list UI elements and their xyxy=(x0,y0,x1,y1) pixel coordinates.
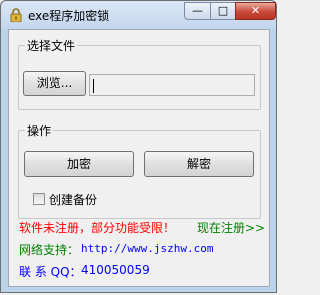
minimize-button[interactable]: — xyxy=(184,2,211,20)
contact-label: 联 系 QQ： xyxy=(19,265,82,279)
support-url-link[interactable]: http://www.jszhw.com xyxy=(81,242,213,255)
maximize-button[interactable]: □ xyxy=(210,2,236,20)
file-group: 选择文件 浏览... xyxy=(18,37,261,110)
operations-group-label: 操作 xyxy=(25,122,54,139)
decrypt-button[interactable]: 解密 xyxy=(144,151,254,177)
backup-checkbox-label[interactable]: 创建备份 xyxy=(49,191,97,208)
window-title: exe程序加密锁 xyxy=(28,9,110,23)
encrypt-button-label: 加密 xyxy=(66,157,91,171)
close-button[interactable]: ✕ xyxy=(235,2,276,20)
text-caret xyxy=(93,79,94,93)
operations-group: 操作 加密 解密 创建备份 xyxy=(18,122,261,219)
file-group-label: 选择文件 xyxy=(25,37,78,54)
close-icon: ✕ xyxy=(250,4,261,17)
support-label: 网络支持： xyxy=(19,243,80,257)
register-now-link[interactable]: 现在注册>> xyxy=(197,219,265,236)
file-path-input[interactable] xyxy=(89,74,255,96)
lock-icon xyxy=(10,8,22,23)
contact-qq-value: 410050059 xyxy=(81,263,150,277)
maximize-icon: □ xyxy=(217,4,229,17)
encrypt-button[interactable]: 加密 xyxy=(24,151,134,177)
browse-button-label: 浏览... xyxy=(36,76,73,90)
title-bar[interactable]: exe程序加密锁 — □ ✕ xyxy=(1,1,276,29)
app-window: exe程序加密锁 — □ ✕ 选择文件 浏览... 操作 加密 解密 创建备份 … xyxy=(0,0,277,293)
minimize-icon: — xyxy=(192,4,203,17)
client-area: 选择文件 浏览... 操作 加密 解密 创建备份 软件未注册，部分功能受限！ 现… xyxy=(8,29,270,287)
backup-checkbox[interactable] xyxy=(33,193,45,205)
unregistered-warning: 软件未注册，部分功能受限！ xyxy=(19,221,176,235)
decrypt-button-label: 解密 xyxy=(186,157,211,171)
browse-button[interactable]: 浏览... xyxy=(23,71,86,96)
